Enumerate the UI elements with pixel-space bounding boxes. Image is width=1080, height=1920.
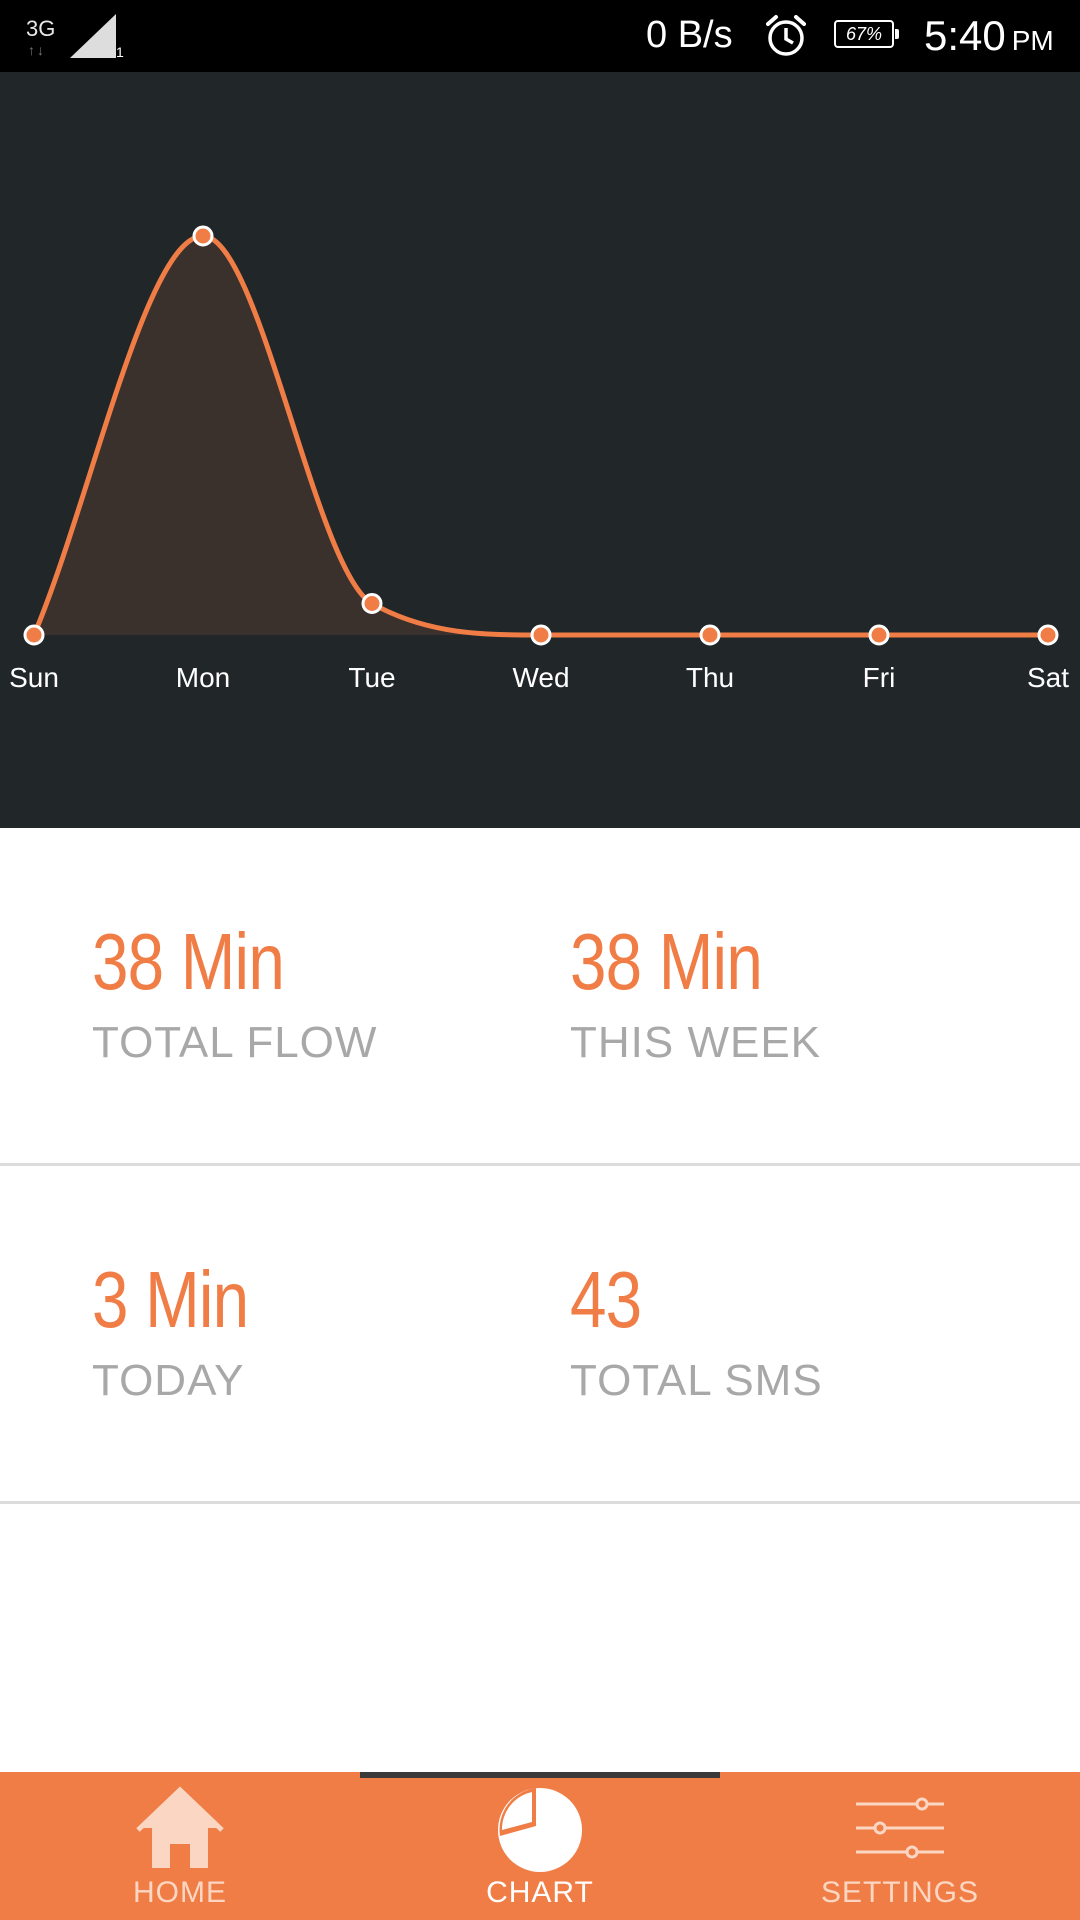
- stats-row: 3 Min TODAY 43 TOTAL SMS: [0, 1166, 1080, 1504]
- network-speed: 0 B/s: [646, 14, 733, 56]
- clock: 5:40 PM: [924, 12, 1054, 60]
- x-tick-label: Sun: [9, 662, 59, 693]
- stat-label: TODAY: [92, 1356, 245, 1405]
- home-icon: [136, 1786, 224, 1868]
- nav-label: CHART: [486, 1876, 594, 1909]
- nav-settings[interactable]: SETTINGS: [720, 1772, 1080, 1920]
- x-tick-label: Thu: [686, 662, 734, 693]
- x-tick-label: Wed: [512, 662, 569, 693]
- stats-row: 38 Min TOTAL FLOW 38 Min THIS WEEK: [0, 828, 1080, 1166]
- nav-home[interactable]: HOME: [0, 1772, 360, 1920]
- sliders-icon: [856, 1797, 944, 1859]
- bottom-nav: HOME CHART SETTINGS: [0, 1772, 1080, 1920]
- status-bar: 3G ↑↓ 1 0 B/s 67% 5:40 PM: [0, 0, 1080, 72]
- data-activity-icon: ↑↓: [28, 42, 46, 58]
- x-tick-label: Tue: [348, 662, 395, 693]
- chart-point-thu: [699, 624, 721, 646]
- chart-point-sun: [23, 624, 45, 646]
- signal-icon: [70, 14, 116, 58]
- stat-this-week: 38 Min THIS WEEK: [570, 916, 821, 1068]
- chart-point-sat: [1037, 624, 1059, 646]
- chart-point-fri: [868, 624, 890, 646]
- stat-total-flow: 38 Min TOTAL FLOW: [92, 916, 377, 1068]
- chart-point-wed: [530, 624, 552, 646]
- stat-value: 38 Min: [92, 917, 285, 1006]
- stat-label: TOTAL FLOW: [92, 1018, 378, 1067]
- alarm-clock-icon: [766, 15, 806, 56]
- stat-today: 3 Min TODAY: [92, 1254, 283, 1406]
- nav-chart[interactable]: CHART: [360, 1772, 720, 1920]
- clock-ampm: PM: [1011, 25, 1054, 56]
- x-tick-label: Mon: [176, 662, 230, 693]
- stat-value: 3 Min: [92, 1255, 249, 1344]
- chart-area-fill: [34, 236, 1048, 635]
- stat-value: 43: [570, 1255, 642, 1344]
- weekly-chart: Sun Mon Tue Wed Thu Fri Sat: [0, 72, 1080, 828]
- stat-label: TOTAL SMS: [570, 1356, 823, 1405]
- stat-label: THIS WEEK: [570, 1018, 822, 1067]
- stat-value: 38 Min: [570, 917, 763, 1006]
- x-tick-label: Sat: [1027, 662, 1069, 693]
- sim-slot: 1: [116, 44, 124, 60]
- x-tick-label: Fri: [863, 662, 896, 693]
- clock-time: 5:40: [924, 12, 1006, 59]
- nav-label: HOME: [133, 1876, 227, 1909]
- pie-chart-icon: [498, 1788, 582, 1872]
- nav-label: SETTINGS: [820, 1876, 979, 1909]
- stats-panel: 38 Min TOTAL FLOW 38 Min THIS WEEK 3 Min…: [0, 828, 1080, 1504]
- chart-point-mon: [192, 225, 214, 247]
- chart-point-tue: [361, 593, 383, 614]
- stat-total-sms: 43 TOTAL SMS: [570, 1254, 823, 1406]
- network-type: 3G: [26, 16, 56, 41]
- battery-icon: 67%: [834, 20, 899, 48]
- chart-plot: Sun Mon Tue Wed Thu Fri Sat: [9, 225, 1069, 693]
